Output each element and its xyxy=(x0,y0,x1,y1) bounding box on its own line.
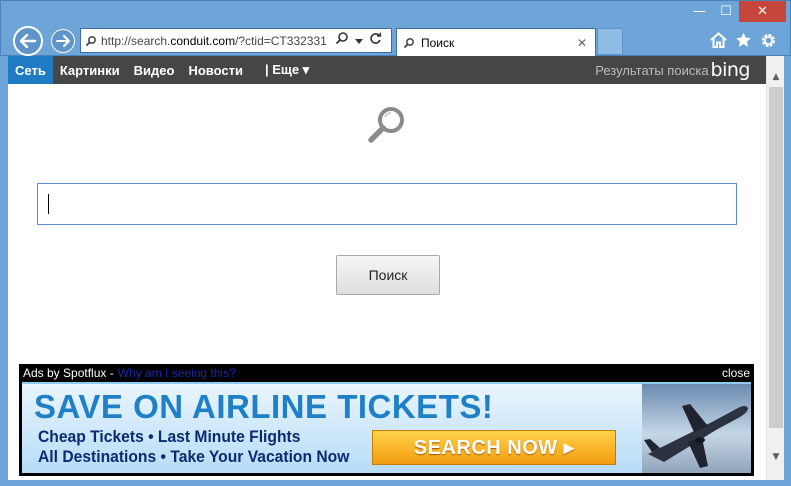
search-button[interactable]: Поиск xyxy=(336,255,440,295)
tab-label: Поиск xyxy=(421,36,455,50)
ad-line-1: Cheap Tickets • Last Minute Flights xyxy=(38,427,301,446)
page-icon xyxy=(81,35,101,47)
home-icon[interactable] xyxy=(708,30,728,50)
search-icon[interactable] xyxy=(335,31,349,50)
favorites-icon[interactable] xyxy=(733,30,753,50)
new-tab-button[interactable] xyxy=(597,28,623,55)
back-icon xyxy=(19,34,37,48)
ad-source: Ads by Spotflux - xyxy=(23,366,114,380)
bing-logo: bing xyxy=(710,59,751,81)
window-border-right xyxy=(784,56,791,486)
ad-headline: SAVE ON AIRLINE TICKETS! xyxy=(34,388,494,425)
browser-chrome: — ☐ ✕ http://search.conduit.com/?ctid=CT… xyxy=(0,0,791,57)
ad-banner[interactable]: SAVE ON AIRLINE TICKETS! Cheap Tickets •… xyxy=(22,382,751,473)
ad-header: Ads by Spotflux - Why am I seeing this? … xyxy=(19,364,754,382)
bing-branding: Результаты поиска bing xyxy=(595,59,750,81)
vertical-scrollbar[interactable]: ▲ ▼ xyxy=(766,56,784,480)
airplane-icon xyxy=(644,404,748,468)
gear-icon[interactable] xyxy=(758,30,778,50)
scroll-thumb[interactable] xyxy=(769,87,783,428)
title-bar: — ☐ ✕ xyxy=(1,1,791,25)
close-window-button[interactable]: ✕ xyxy=(739,1,786,22)
maximize-button[interactable]: ☐ xyxy=(713,1,739,22)
search-input[interactable] xyxy=(37,183,737,225)
tab-search[interactable]: Поиск ✕ xyxy=(396,28,596,57)
ad-search-now-button[interactable]: SEARCH NOW ▸ xyxy=(372,430,616,465)
text-caret xyxy=(48,194,49,214)
ad-container: Ads by Spotflux - Why am I seeing this? … xyxy=(19,364,754,476)
tab-search-icon xyxy=(403,38,414,49)
tab-close-button[interactable]: ✕ xyxy=(577,36,587,50)
address-bar[interactable]: http://search.conduit.com/?ctid=CT332331 xyxy=(80,28,392,53)
magnifier-icon xyxy=(368,107,404,143)
nav-item-news[interactable]: Новости xyxy=(181,56,250,84)
forward-icon xyxy=(56,35,70,47)
minimize-button[interactable]: — xyxy=(686,1,713,22)
back-button[interactable] xyxy=(13,26,43,56)
scroll-up-icon[interactable]: ▲ xyxy=(767,68,785,85)
ad-why-link[interactable]: Why am I seeing this? xyxy=(118,366,236,380)
ad-close-link[interactable]: close xyxy=(722,366,750,380)
results-label: Результаты поиска xyxy=(595,62,709,78)
ad-line-2: All Destinations • Take Your Vacation No… xyxy=(38,447,350,466)
nav-item-web[interactable]: Сеть xyxy=(8,56,53,84)
nav-item-images[interactable]: Картинки xyxy=(53,56,127,84)
window-border-bottom xyxy=(0,480,791,486)
window-border-left xyxy=(0,56,8,486)
search-nav-bar: Сеть Картинки Видео Новости | Еще ▾ Резу… xyxy=(8,56,766,84)
address-url[interactable]: http://search.conduit.com/?ctid=CT332331 xyxy=(101,34,329,48)
forward-button[interactable] xyxy=(51,29,75,53)
airplane-photo xyxy=(642,384,751,473)
nav-item-video[interactable]: Видео xyxy=(127,56,182,84)
dropdown-icon[interactable] xyxy=(355,32,363,50)
nav-item-more[interactable]: | Еще ▾ xyxy=(258,56,316,84)
scroll-down-icon[interactable]: ▼ xyxy=(767,448,785,465)
refresh-icon[interactable] xyxy=(369,32,382,50)
